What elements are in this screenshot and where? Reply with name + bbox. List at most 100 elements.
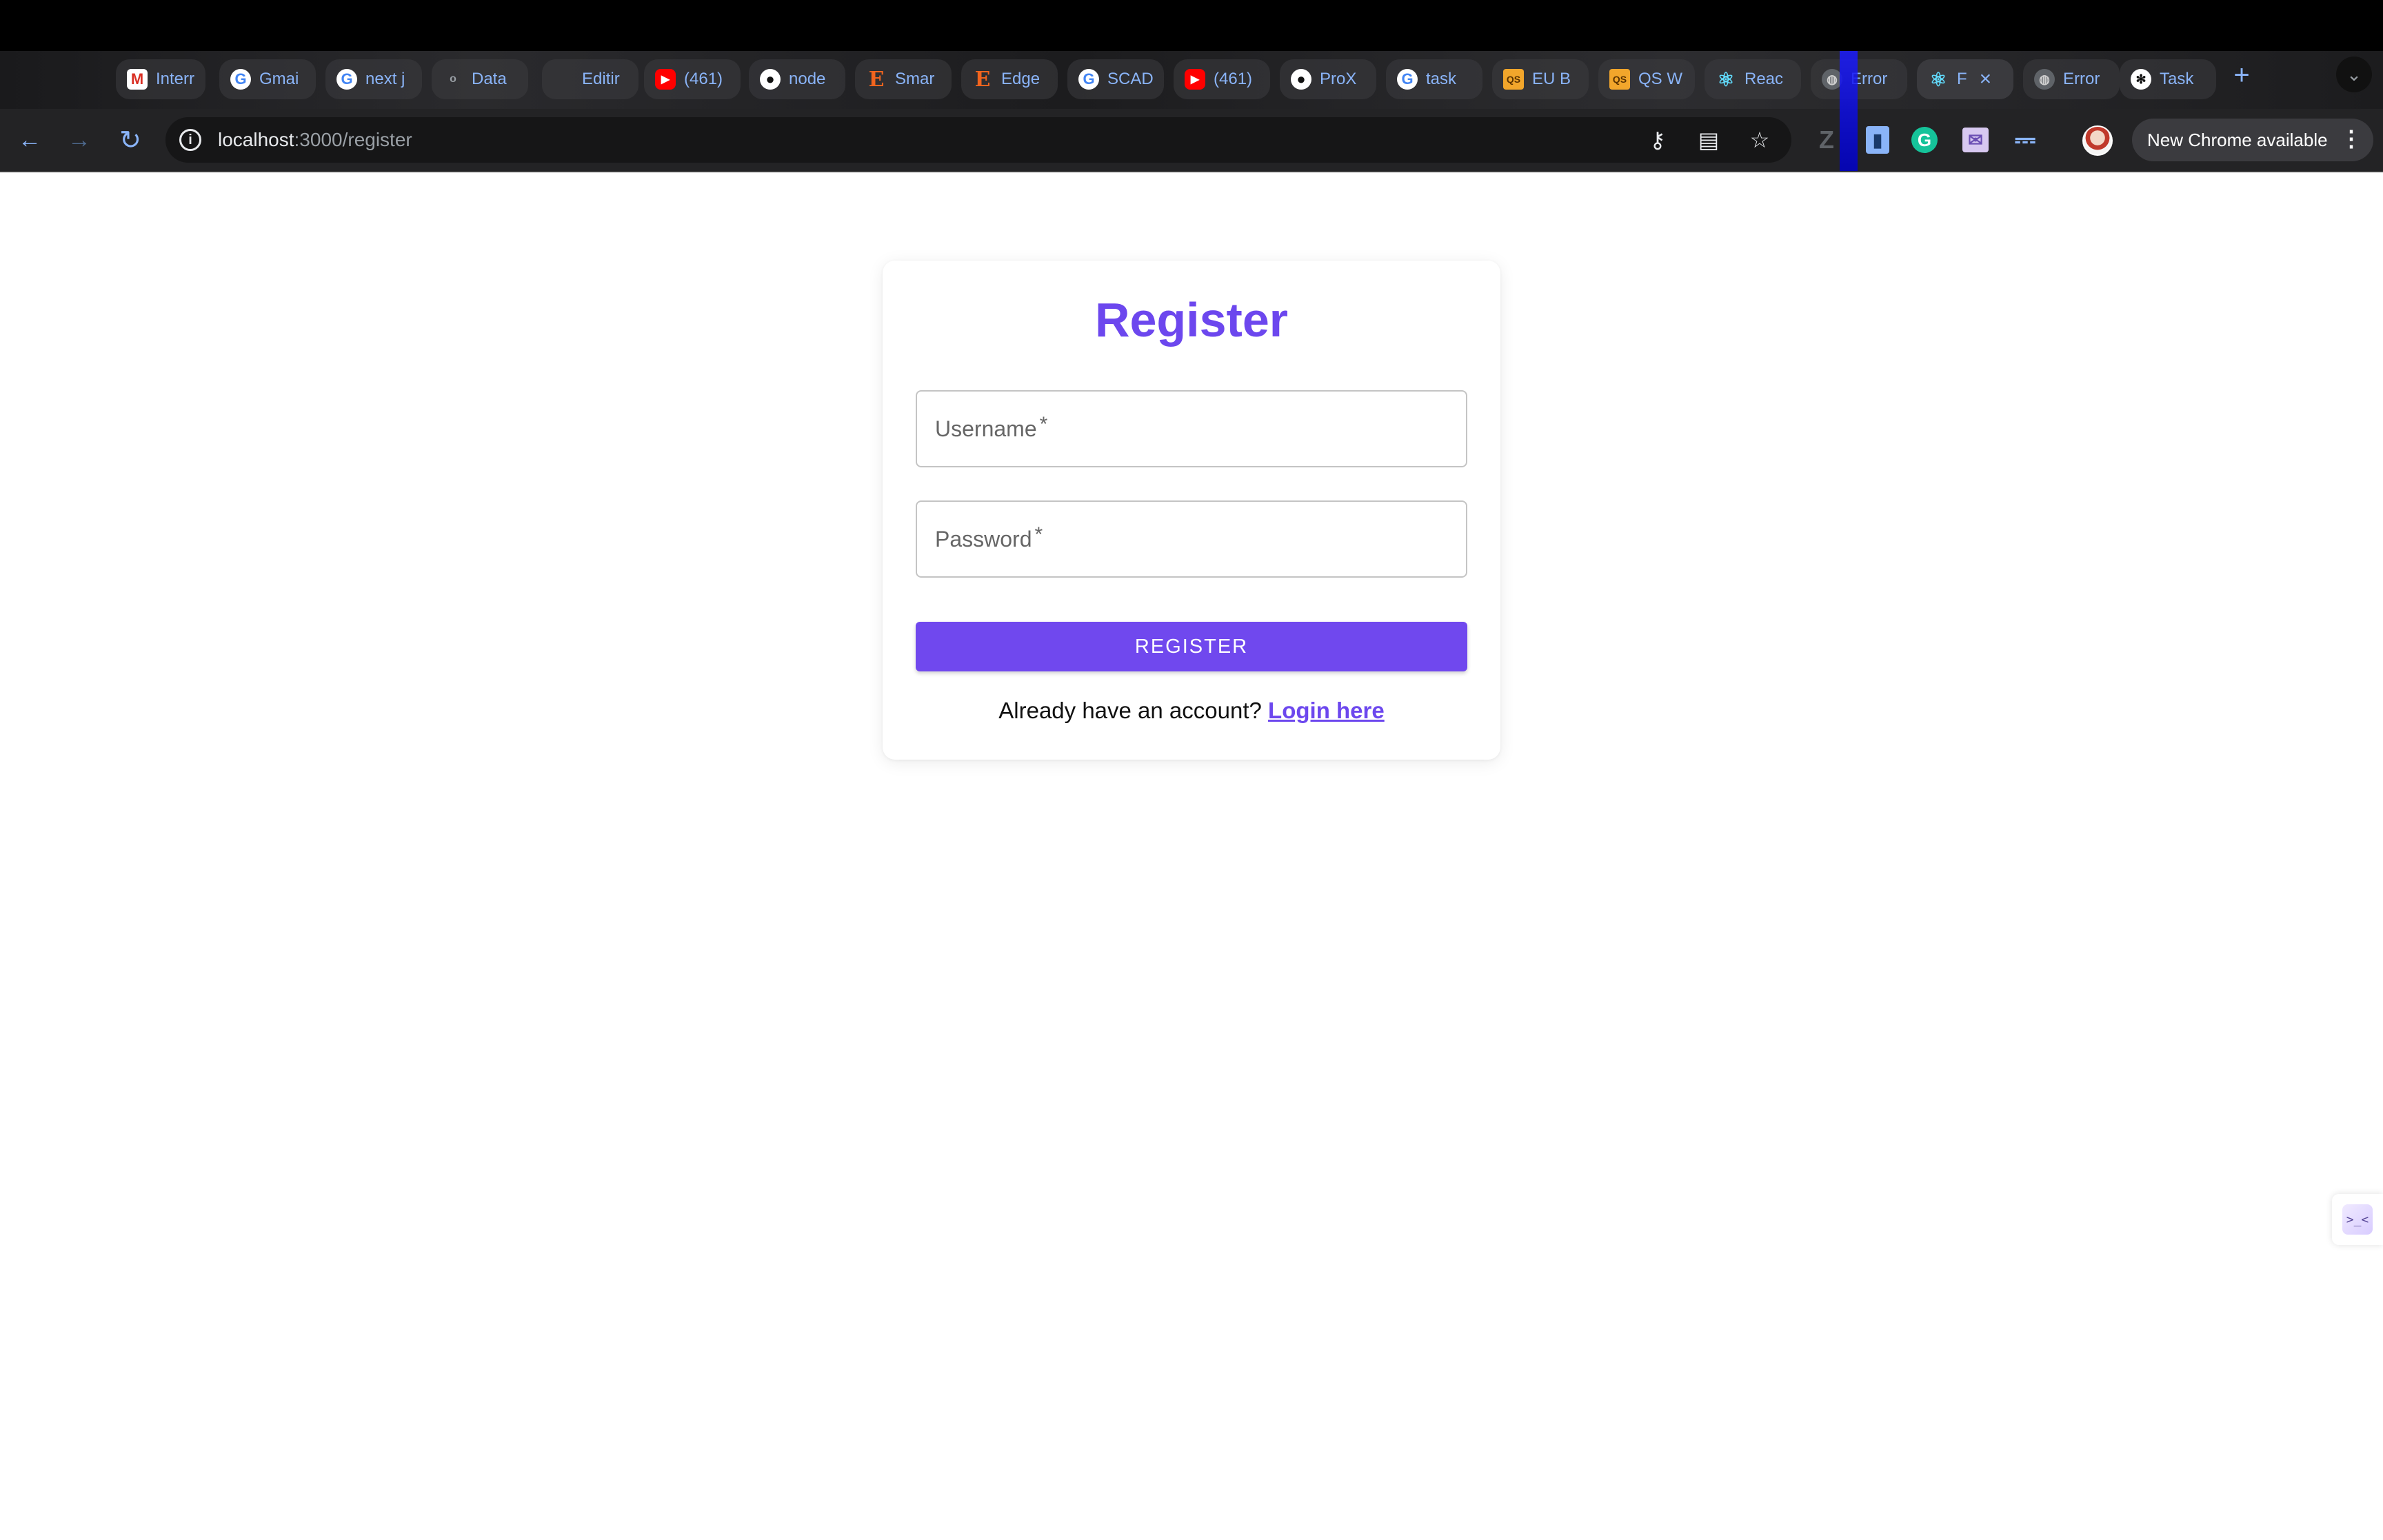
tab-17-active[interactable]: ⚛ F × <box>1917 59 2013 99</box>
forward-button[interactable]: → <box>63 124 95 156</box>
chatgpt-icon: ✻ <box>2131 69 2151 90</box>
qs-icon: QS <box>1609 69 1630 90</box>
tab-title: Editir <box>582 70 620 88</box>
tab-search-button[interactable]: ⌄ <box>2336 57 2372 92</box>
tab-2[interactable]: Gnext j <box>325 59 422 99</box>
tab-1[interactable]: G Gmai <box>219 59 316 99</box>
google-icon: G <box>230 69 251 90</box>
extension-mail-icon[interactable]: ✉ <box>1962 128 1989 152</box>
avatar[interactable] <box>2082 125 2113 156</box>
youtube-icon: ▶ <box>655 69 676 90</box>
google-icon: G <box>336 69 357 90</box>
url-path: :3000/register <box>294 129 412 150</box>
required-mark: * <box>1034 523 1043 546</box>
tab-title: Edge <box>1001 70 1040 88</box>
password-label: Password <box>935 526 1032 551</box>
reload-button[interactable]: ↻ <box>114 124 146 156</box>
tab-16[interactable]: ◍ Error <box>1811 59 1907 99</box>
browser-toolbar: ← → ↻ i localhost:3000/register ⚷ ▤ ☆ Z … <box>0 109 2383 171</box>
tab-8[interactable]: E Edge <box>961 59 1058 99</box>
tab-title: Smar <box>895 70 935 88</box>
extension-z-icon[interactable]: Z <box>1811 124 1842 156</box>
menu-bar <box>0 0 2383 51</box>
window-edge-decoration <box>1840 51 1858 171</box>
etsy-icon: E <box>868 67 885 92</box>
extension-book-icon[interactable]: ▮ <box>1866 126 1889 154</box>
tab-3[interactable]: o Data <box>432 59 528 99</box>
tab-19[interactable]: ✻ Task <box>2120 59 2216 99</box>
divider <box>0 171 2383 172</box>
tab-strip: M Interr G Gmai Gnext j o Data Editir ▶ (461… <box>0 51 2383 109</box>
tab-0[interactable]: M Interr <box>116 59 205 99</box>
google-icon: G <box>1078 69 1099 90</box>
page-title: Register <box>1094 293 1289 347</box>
url-host: localhost <box>218 129 294 150</box>
password-field[interactable]: Password * <box>916 500 1467 578</box>
kebab-menu-icon[interactable]: ⋮ <box>2340 125 2362 152</box>
tab-title: ProX <box>1320 70 1357 88</box>
tab-title: (461) <box>1214 70 1253 88</box>
back-button[interactable]: ← <box>14 124 46 156</box>
required-mark: * <box>1039 413 1048 436</box>
gmail-icon: M <box>127 69 148 90</box>
tab-title: Reac <box>1744 70 1784 88</box>
google-icon: G <box>1397 69 1418 90</box>
youtube-icon: ▶ <box>1185 69 1205 90</box>
tab-11[interactable]: ● ProX <box>1280 59 1376 99</box>
tab-title: Gmai <box>259 70 299 88</box>
tab-7[interactable]: E Smar <box>855 59 952 99</box>
register-button[interactable]: REGISTER <box>916 622 1467 671</box>
login-prompt: Already have an account? <box>998 698 1262 723</box>
tab-15[interactable]: ⚛ Reac <box>1705 59 1801 99</box>
register-card: Register Username * Password * REGISTER Al… <box>883 261 1500 760</box>
tab-6[interactable]: ● node <box>749 59 845 99</box>
tab-title: Interr <box>156 70 195 88</box>
tab-9[interactable]: G SCAD <box>1067 59 1164 99</box>
tab-4[interactable]: Editir <box>542 59 639 99</box>
login-prompt-line: Already have an account? Login here <box>883 698 1500 724</box>
tab-title: node <box>789 70 826 88</box>
close-icon[interactable]: × <box>1980 68 1992 91</box>
qs-icon: QS <box>1503 69 1524 90</box>
grammarly-icon[interactable]: G <box>1911 127 1938 153</box>
screen: M Interr G Gmai Gnext j o Data Editir ▶ (461… <box>0 0 2383 1540</box>
widget-icon: >_< <box>2342 1204 2373 1235</box>
etsy-icon: E <box>974 67 991 92</box>
update-label: New Chrome available <box>2147 129 2328 150</box>
tab-title: SCAD <box>1107 70 1154 88</box>
tab-title: QS W <box>1638 70 1682 88</box>
tab-13[interactable]: QS EU B <box>1492 59 1589 99</box>
tab-14[interactable]: QS QS W <box>1598 59 1695 99</box>
github-icon: ● <box>1291 69 1311 90</box>
tab-10[interactable]: ▶ (461) <box>1174 59 1270 99</box>
username-label: Username <box>935 416 1037 441</box>
tab-title: Error <box>2063 70 2100 88</box>
tab-18[interactable]: ◍ Error <box>2023 59 2120 99</box>
tab-12[interactable]: Gtask <box>1386 59 1482 99</box>
key-icon[interactable]: ⚷ <box>1644 127 1671 153</box>
dot-icon: o <box>450 73 456 85</box>
username-field[interactable]: Username * <box>916 390 1467 467</box>
install-app-icon[interactable]: ▤ <box>1695 127 1722 153</box>
github-icon: ● <box>760 69 781 90</box>
tab-title: Data <box>472 70 507 88</box>
new-tab-button[interactable]: + <box>2226 59 2258 91</box>
tab-title: task <box>1426 70 1457 88</box>
tab-title: Task <box>2160 70 2194 88</box>
site-info-icon[interactable]: i <box>179 129 201 151</box>
extensions-puzzle-icon[interactable]: ⎓ <box>2009 124 2041 156</box>
update-chrome-button[interactable]: New Chrome available ⋮ <box>2132 119 2373 161</box>
tab-title: (461) <box>684 70 723 88</box>
blank-icon <box>553 69 574 90</box>
globe-icon: ◍ <box>2034 69 2055 90</box>
star-icon[interactable]: ☆ <box>1746 127 1773 153</box>
url-text[interactable]: localhost:3000/register <box>218 129 412 151</box>
floating-widget[interactable]: >_< <box>2332 1194 2383 1245</box>
tab-title: EU B <box>1532 70 1571 88</box>
react-icon: ⚛ <box>1929 68 1947 90</box>
tab-title: next j <box>365 70 405 88</box>
login-link[interactable]: Login here <box>1268 698 1385 723</box>
omnibox-actions: ⚷ ▤ ☆ <box>1644 117 1773 163</box>
tab-5[interactable]: ▶ (461) <box>644 59 741 99</box>
address-bar[interactable]: i localhost:3000/register ⚷ ▤ ☆ <box>165 117 1791 163</box>
